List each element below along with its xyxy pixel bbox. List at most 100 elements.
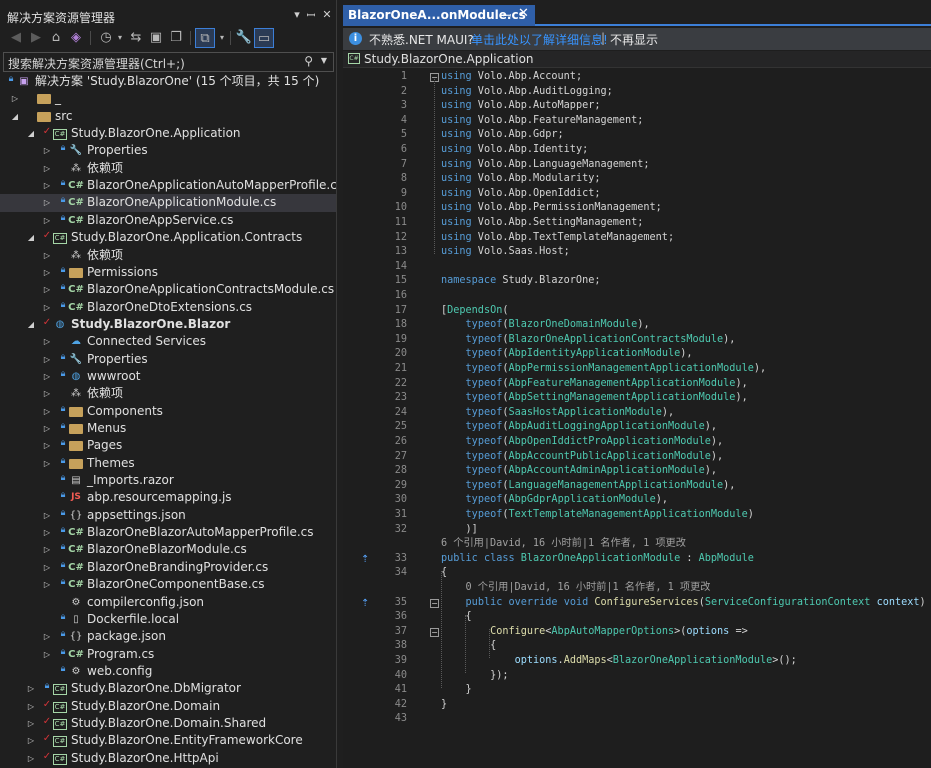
code-line[interactable]: 7 using Volo.Abp.LanguageManagement;: [343, 158, 931, 173]
learn-more-link[interactable]: 单击此处以了解详细信息!: [471, 31, 608, 48]
code-line[interactable]: 14: [343, 260, 931, 275]
chevron-right-icon[interactable]: ▷: [42, 144, 52, 157]
code-text[interactable]: namespace Study.BlazorOne;: [441, 274, 600, 289]
chevron-right-icon[interactable]: ▷: [42, 179, 52, 192]
tab-title[interactable]: BlazorOneA...onModule.cs: [348, 8, 526, 22]
tree-item[interactable]: ▷ ⁂ 依赖项: [0, 160, 336, 177]
properties-wrench-icon[interactable]: 🔧: [234, 28, 254, 48]
code-text[interactable]: {: [441, 610, 472, 625]
codelens-navigate-icon[interactable]: ⇡: [361, 597, 369, 612]
chevron-right-icon[interactable]: ▷: [42, 526, 52, 539]
search-input[interactable]: 搜索解决方案资源管理器(Ctrl+;): [8, 55, 185, 72]
code-line[interactable]: 26 typeof(AbpOpenIddictProApplicationMod…: [343, 435, 931, 450]
code-text[interactable]: typeof(AbpPermissionManagementApplicatio…: [441, 362, 767, 377]
chevron-right-icon[interactable]: ▷: [42, 266, 52, 279]
chevron-right-icon[interactable]: ▷: [42, 301, 52, 314]
code-line[interactable]: 2 using Volo.Abp.AuditLogging;: [343, 85, 931, 100]
chevron-right-icon[interactable]: ▷: [42, 509, 52, 522]
tree-item[interactable]: 🔒︎ ▯ Dockerfile.local: [0, 611, 336, 628]
tree-item[interactable]: ▷ 🔒︎ C# BlazorOneAppService.cs: [0, 212, 336, 229]
tree-item[interactable]: ▷ 🔒︎{} appsettings.json: [0, 507, 336, 524]
code-text[interactable]: typeof(BlazorOneDomainModule),: [441, 318, 650, 333]
chevron-right-icon[interactable]: ▷: [42, 578, 52, 591]
tree-item[interactable]: ▷ ✓ C# Study.BlazorOne.Domain.Shared: [0, 715, 336, 732]
code-text[interactable]: using Volo.Abp.Modularity;: [441, 172, 600, 187]
chevron-right-icon[interactable]: ▷: [42, 405, 52, 418]
chevron-right-icon[interactable]: ▷: [42, 335, 52, 348]
code-text[interactable]: using Volo.Abp.Account;: [441, 70, 582, 85]
code-text[interactable]: using Volo.Saas.Host;: [441, 245, 570, 260]
tree-item[interactable]: ◢ ✓ ◍ Study.BlazorOne.Blazor: [0, 316, 336, 333]
active-document-tab[interactable]: BlazorOneA...onModule.cs ꟷ ✕: [343, 5, 535, 26]
tree-item[interactable]: ◢ ✓ C# Study.BlazorOne.Application: [0, 125, 336, 142]
chevron-right-icon[interactable]: ▷: [42, 162, 52, 175]
code-line[interactable]: 5 using Volo.Abp.Gdpr;: [343, 128, 931, 143]
chevron-right-icon[interactable]: ▷: [42, 457, 52, 470]
chevron-right-icon[interactable]: ▷: [42, 283, 52, 296]
tree-item[interactable]: ▷ _: [0, 90, 336, 107]
tree-item[interactable]: ▷ 🔒︎ C# BlazorOneComponentBase.cs: [0, 576, 336, 593]
code-line[interactable]: 31 typeof(TextTemplateManagementApplicat…: [343, 508, 931, 523]
codelens-line[interactable]: 6 个引用|David, 16 小时前|1 名作者, 1 项更改: [343, 537, 931, 552]
tree-item[interactable]: ▷ ⁂ 依赖项: [0, 385, 336, 402]
chevron-right-icon[interactable]: ▷: [10, 92, 20, 105]
code-line[interactable]: 24 typeof(SaasHostApplicationModule),: [343, 406, 931, 421]
codelens-text[interactable]: 0 个引用|David, 16 小时前|1 名作者, 1 项更改: [441, 581, 711, 596]
chevron-down-icon[interactable]: ◢: [26, 127, 36, 140]
chevron-right-icon[interactable]: ▷: [42, 422, 52, 435]
code-text[interactable]: )]: [441, 523, 478, 538]
collapse-icon[interactable]: −: [430, 627, 439, 637]
code-line[interactable]: 16: [343, 289, 931, 304]
chevron-right-icon[interactable]: ▷: [26, 682, 36, 695]
tree-item[interactable]: 🔒︎ JS abp.resourcemapping.js: [0, 489, 336, 506]
tree-item[interactable]: ◢ ✓ C# Study.BlazorOne.Application.Contract…: [0, 229, 336, 246]
code-line[interactable]: 39 options.AddMaps<BlazorOneApplicationM…: [343, 654, 931, 669]
code-text[interactable]: using Volo.Abp.AutoMapper;: [441, 99, 600, 114]
tree-item[interactable]: ▷ ⁂ 依赖项: [0, 247, 336, 264]
code-line[interactable]: 18 typeof(BlazorOneDomainModule),: [343, 318, 931, 333]
code-text[interactable]: public class BlazorOneApplicationModule …: [441, 552, 754, 567]
chevron-right-icon[interactable]: ▷: [42, 561, 52, 574]
code-text[interactable]: using Volo.Abp.LanguageManagement;: [441, 158, 650, 173]
codelens-navigate-icon[interactable]: ⇡: [361, 553, 369, 568]
code-text[interactable]: typeof(AbpAccountPublicApplicationModule…: [441, 450, 724, 465]
code-text[interactable]: {: [441, 639, 496, 654]
code-line[interactable]: 11 using Volo.Abp.SettingManagement;: [343, 216, 931, 231]
codelens-text[interactable]: 6 个引用|David, 16 小时前|1 名作者, 1 项更改: [441, 537, 686, 552]
tree-item[interactable]: ▷ 🔒︎ ◍ wwwroot: [0, 368, 336, 385]
chevron-down-icon[interactable]: ◢: [26, 231, 36, 244]
code-line[interactable]: 8 using Volo.Abp.Modularity;: [343, 172, 931, 187]
chevron-right-icon[interactable]: ▷: [26, 734, 36, 747]
tree-item[interactable]: ▷ 🔒︎ C# BlazorOneBlazorModule.cs: [0, 541, 336, 558]
sync-icon[interactable]: ⇆: [126, 28, 146, 48]
code-text[interactable]: typeof(AbpGdprApplicationModule),: [441, 493, 668, 508]
code-text[interactable]: typeof(LanguageManagementApplicationModu…: [441, 479, 736, 494]
code-line[interactable]: 30 typeof(AbpGdprApplicationModule),: [343, 493, 931, 508]
chevron-right-icon[interactable]: ▷: [42, 387, 52, 400]
code-line[interactable]: 19 typeof(BlazorOneApplicationContractsM…: [343, 333, 931, 348]
code-text[interactable]: public override void ConfigureServices(S…: [441, 596, 926, 611]
code-line[interactable]: 23 typeof(AbpSettingManagementApplicatio…: [343, 391, 931, 406]
tree-item[interactable]: ▷ ✓ C# Study.BlazorOne.EntityFrameworkCore: [0, 732, 336, 749]
codelens-line[interactable]: 0 个引用|David, 16 小时前|1 名作者, 1 项更改: [343, 581, 931, 596]
code-line[interactable]: 28 typeof(AbpAccountAdminApplicationModu…: [343, 464, 931, 479]
code-line[interactable]: 17 [DependsOn(: [343, 304, 931, 319]
tree-item[interactable]: ▷ 🔒︎ Components: [0, 403, 336, 420]
code-line[interactable]: 35 ⇡ − public override void ConfigureServi…: [343, 596, 931, 611]
pin-icon[interactable]: ꟷ: [304, 8, 318, 23]
tree-item[interactable]: ▷ 🔒︎ Themes: [0, 455, 336, 472]
code-text[interactable]: typeof(AbpOpenIddictProApplicationModule…: [441, 435, 724, 450]
code-text[interactable]: typeof(AbpSettingManagementApplicationMo…: [441, 391, 748, 406]
code-text[interactable]: typeof(AbpAuditLoggingApplicationModule)…: [441, 420, 718, 435]
tree-item[interactable]: ▷ 🔒︎ 🔧 Properties: [0, 142, 336, 159]
navigation-bar[interactable]: C# Study.BlazorOne.Application: [343, 51, 931, 68]
code-line[interactable]: 25 typeof(AbpAuditLoggingApplicationModu…: [343, 420, 931, 435]
code-line[interactable]: 21 typeof(AbpPermissionManagementApplica…: [343, 362, 931, 377]
code-line[interactable]: 41 }: [343, 683, 931, 698]
tree-item[interactable]: 🔒︎ ⚙ web.config: [0, 663, 336, 680]
collapse-all-icon[interactable]: ▣: [146, 28, 166, 48]
home-icon[interactable]: ⌂: [46, 28, 66, 48]
dont-show-again-link[interactable]: 不再显示: [610, 31, 658, 48]
solution-search-box[interactable]: 搜索解决方案资源管理器(Ctrl+;) ⚲ ▼: [3, 52, 334, 72]
code-line[interactable]: 22 typeof(AbpFeatureManagementApplicatio…: [343, 377, 931, 392]
